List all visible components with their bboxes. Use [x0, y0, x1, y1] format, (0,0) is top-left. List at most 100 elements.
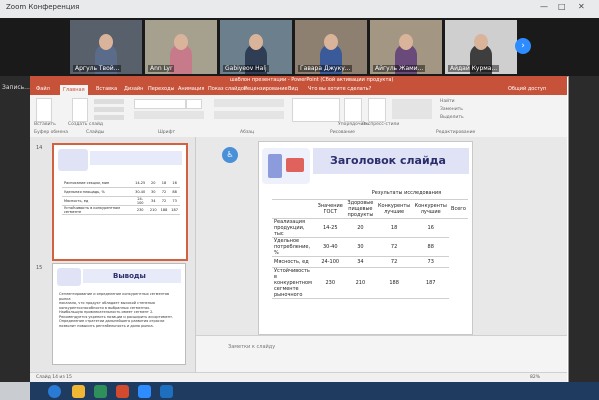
new-slide-label: Создать слайд [68, 122, 104, 127]
table-group-header: Результаты исследования [344, 190, 468, 200]
maximize-icon[interactable]: □ [558, 2, 566, 11]
participant-face [249, 34, 263, 50]
paragraph-align-buttons[interactable] [214, 111, 284, 119]
group-clipboard: Буфер обмена [34, 130, 69, 135]
thumb-bullet-line: позволит повысить рентабельность и долю … [59, 323, 154, 328]
reset-option[interactable] [94, 107, 124, 112]
table-cell: 34 [344, 256, 376, 268]
participant-tile[interactable]: Аргуль Твой... [70, 20, 142, 74]
table-cell: 72 [375, 237, 413, 257]
tab-animation[interactable]: Анимация [178, 86, 204, 92]
phone-shape [268, 154, 282, 178]
participant-tile[interactable]: Гавара Джуку... [295, 20, 367, 74]
new-slide-button[interactable] [72, 98, 88, 122]
row-label: Реализация продукции, тыс [272, 218, 316, 238]
notes-pane[interactable]: Заметки к слайду [196, 335, 567, 373]
group-drawing: Рисование [330, 130, 355, 135]
thumb-table-cell: 210 [147, 205, 159, 215]
thumb-table-cell: 14-25 [132, 179, 148, 188]
font-size-select[interactable] [186, 99, 202, 109]
shape-fill-options[interactable] [392, 99, 432, 119]
chrome-icon[interactable] [94, 385, 107, 398]
thumb-table-cell: 72 [158, 187, 170, 197]
notes-placeholder: Заметки к слайду [228, 344, 276, 350]
participant-tile[interactable]: Айгуль Жами... [370, 20, 442, 74]
participant-name: Айдай Курма... [448, 65, 500, 72]
explorer-icon[interactable] [72, 385, 85, 398]
share-button[interactable]: Общий доступ [508, 86, 546, 92]
thumb-table-cell: 187 [169, 205, 180, 215]
group-slides: Слайды [86, 130, 105, 135]
powerpoint-icon[interactable] [116, 385, 129, 398]
thumb-table-cell: 30-40 [132, 187, 148, 197]
thumb-table: Расписание секции, мин 14-25 20 18 16 Удельна… [62, 179, 180, 215]
group-editing: Редактирование [436, 130, 476, 135]
quick-styles-label: Экспресс-стили [362, 122, 400, 127]
paragraph-list-buttons[interactable] [214, 99, 284, 107]
table-cell: 187 [412, 267, 450, 299]
thumb-table-cell: 188 [158, 205, 170, 215]
table-cell: 20 [344, 218, 376, 238]
start-icon[interactable] [48, 385, 61, 398]
zoom-app-icon[interactable] [138, 385, 151, 398]
thumb-illustration [57, 268, 81, 286]
tab-insert[interactable]: Вставка [96, 86, 117, 92]
participant-name: Ann Lyr [148, 65, 175, 72]
slide-table[interactable]: Результаты исследования Значение ГОСТ Зд… [272, 190, 468, 299]
tab-transitions[interactable]: Переходы [148, 86, 175, 92]
participant-face [99, 34, 113, 50]
thumb-table-row: Расписание секции, мин 14-25 20 18 16 [62, 179, 180, 188]
participant-face [399, 34, 413, 50]
section-option[interactable] [94, 115, 124, 120]
shapes-gallery[interactable] [292, 98, 340, 122]
tab-design[interactable]: Дизайн [124, 86, 143, 92]
thumb-table-cell: Расписание секции, мин [62, 179, 133, 188]
zoom-level[interactable]: 82% [530, 375, 540, 380]
table-cell: 14-25 [315, 218, 345, 238]
replace-button[interactable]: Заменить [440, 107, 463, 112]
close-icon[interactable]: ✕ [578, 2, 585, 11]
select-button[interactable]: Выделить [440, 115, 464, 120]
table-cell: 88 [412, 237, 450, 257]
tab-slideshow[interactable]: Показ слайдов [208, 86, 247, 92]
tab-review[interactable]: Рецензирование [244, 86, 288, 92]
font-family-select[interactable] [134, 99, 186, 109]
find-button[interactable]: Найти [440, 99, 455, 104]
tab-view[interactable]: Вид [288, 86, 298, 92]
thumb-table-cell: 16 [169, 179, 180, 188]
minimize-icon[interactable]: — [540, 2, 548, 11]
font-format-buttons[interactable] [134, 111, 204, 119]
arrange-button[interactable] [344, 98, 362, 122]
thumb-table-cell: 72 [158, 196, 170, 206]
tab-home[interactable]: Главная [60, 85, 88, 95]
ppt-title: шаблон презентации - PowerPoint (Сбой ак… [230, 77, 394, 83]
table-cell: 30-40 [315, 237, 345, 257]
word-icon[interactable] [160, 385, 173, 398]
participant-tile[interactable]: Ann Lyr [145, 20, 217, 74]
participant-tile[interactable]: Айдай Курма... [445, 20, 517, 74]
table-row: Мясность, ед 24-100 34 72 73 [272, 256, 468, 268]
next-participants-button[interactable]: › [515, 38, 531, 54]
thumb-title-bar [90, 151, 182, 165]
slide-title[interactable]: Заголовок слайда [330, 154, 446, 167]
table-cell: 18 [375, 218, 413, 238]
thumb-number: 15 [36, 265, 43, 271]
tab-file[interactable]: Файл [36, 86, 50, 92]
participant-tile[interactable]: Gabiyeov Halj [220, 20, 292, 74]
slide-thumbnail-15[interactable]: Выводы Сегментирование и определение кон… [52, 263, 186, 365]
layout-option[interactable] [94, 99, 124, 104]
table-cell: 210 [344, 267, 376, 299]
accessibility-icon[interactable]: ♿ [222, 147, 238, 163]
thumb-table-cell: 24-100 [132, 196, 148, 206]
quick-styles-button[interactable] [368, 98, 386, 122]
paste-button[interactable] [36, 98, 52, 122]
thumb-table-cell: 88 [169, 187, 180, 197]
slide-thumbnail-14[interactable]: Расписание секции, мин 14-25 20 18 16 Удельна… [52, 143, 188, 261]
thumb-bullet-line: Сегментирование и определение конкурентн… [59, 292, 170, 301]
tell-me-search[interactable]: Что вы хотите сделать? [308, 86, 371, 92]
col-header: Всего [449, 199, 468, 219]
ppt-ribbon: Вставить Создать слайд Упорядочить Экспр… [30, 95, 567, 138]
table-cell: 73 [412, 256, 450, 268]
ppt-ribbon-tabs: Файл Главная Вставка Дизайн Переходы Ани… [30, 85, 567, 95]
thumb-table-cell: 20 [147, 179, 159, 188]
